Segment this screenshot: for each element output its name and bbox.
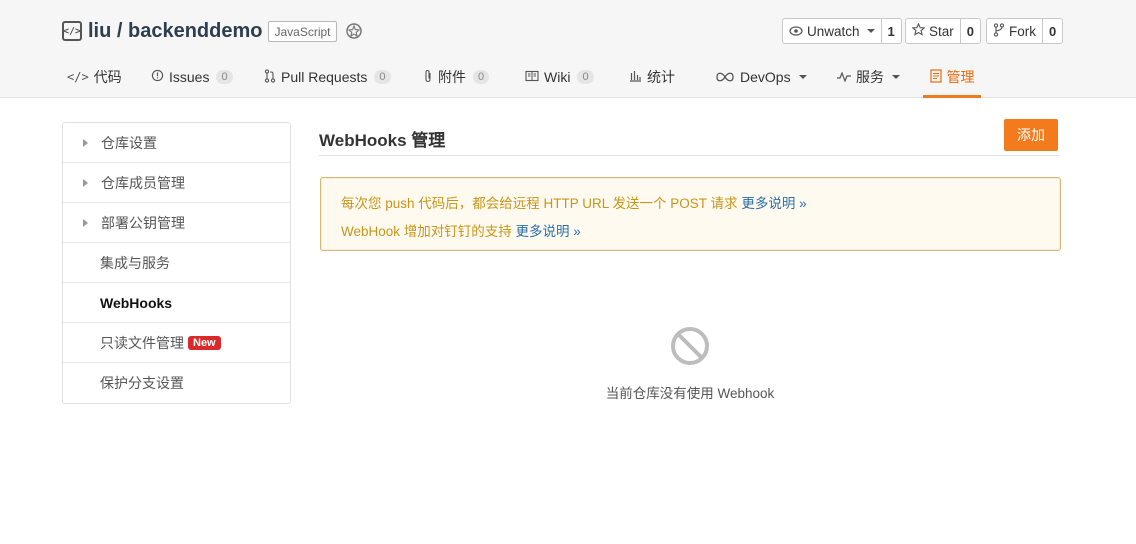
notice-more-link-2[interactable]: 更多说明 »: [516, 224, 581, 239]
tab-stats[interactable]: 统计: [629, 56, 675, 98]
chevron-right-icon: [83, 178, 88, 187]
tab-issues-label: Issues: [169, 69, 210, 85]
notice-text-2: WebHook 增加对钉钉的支持: [341, 224, 512, 239]
unwatch-label: Unwatch: [807, 23, 860, 39]
eye-icon: [789, 24, 803, 39]
bar-chart-icon: [629, 69, 642, 85]
tab-services-label: 服务: [856, 69, 884, 85]
tab-services[interactable]: 服务: [837, 56, 900, 98]
sidebar-item-repo-settings[interactable]: 仓库设置: [63, 123, 290, 163]
watch-group: Unwatch 1: [782, 18, 902, 44]
sidebar-item-protected-branches[interactable]: 保护分支设置: [63, 363, 290, 403]
fork-group: Fork 0: [986, 18, 1064, 44]
page-title: WebHooks 管理: [319, 131, 446, 150]
notice-line-1: 每次您 push 代码后，都会给远程 HTTP URL 发送一个 POST 请求…: [341, 192, 807, 212]
tab-issues[interactable]: Issues 0: [151, 56, 233, 98]
infinity-icon: [715, 69, 735, 85]
star-label: Star: [929, 23, 954, 39]
empty-state-text: 当前仓库没有使用 Webhook: [605, 386, 775, 401]
sidebar-item-label: 保护分支设置: [100, 375, 184, 391]
sidebar-item-label: 部署公钥管理: [101, 214, 185, 231]
issues-count: 0: [216, 70, 233, 84]
attachments-count: 0: [473, 70, 490, 84]
sidebar-item-members[interactable]: 仓库成员管理: [63, 163, 290, 203]
chevron-right-icon: [83, 138, 88, 147]
code-icon: </>: [67, 70, 89, 84]
wiki-count: 0: [577, 70, 594, 84]
tab-devops[interactable]: DevOps: [715, 56, 807, 98]
fork-count[interactable]: 0: [1043, 19, 1062, 43]
repo-header: </> liu / backenddemo JavaScript Unwatch…: [0, 0, 1136, 98]
sidebar-item-integrations[interactable]: 集成与服务: [63, 243, 290, 283]
tab-pull-requests-label: Pull Requests: [281, 69, 368, 85]
pull-requests-count: 0: [374, 70, 391, 84]
sidebar-item-label: 只读文件管理: [100, 334, 184, 351]
award-icon[interactable]: [345, 22, 363, 40]
book-icon: [525, 69, 539, 85]
notice-text-1: 每次您 push 代码后，都会给远程 HTTP URL 发送一个 POST 请求: [341, 196, 738, 211]
watch-count[interactable]: 1: [882, 19, 901, 43]
pull-request-icon: [264, 68, 276, 86]
star-icon: [911, 22, 926, 39]
fork-button[interactable]: Fork: [987, 19, 1043, 43]
chevron-right-icon: [83, 218, 88, 227]
issue-icon: [151, 69, 164, 85]
prohibited-icon: [560, 325, 820, 370]
tab-wiki-label: Wiki: [544, 69, 571, 85]
caret-down-icon: [892, 75, 900, 79]
settings-sidebar: 仓库设置 仓库成员管理 部署公钥管理 集成与服务 WebHooks 只读文件管理…: [62, 122, 291, 404]
tab-attachments[interactable]: 附件 0: [423, 56, 490, 98]
sidebar-item-label: WebHooks: [100, 294, 173, 311]
sidebar-item-label: 集成与服务: [100, 254, 170, 271]
fork-label: Fork: [1009, 23, 1036, 39]
sidebar-item-webhooks[interactable]: WebHooks: [63, 283, 290, 323]
caret-down-icon: [866, 29, 875, 33]
settings-doc-icon: [929, 68, 942, 86]
title-divider: [319, 155, 1059, 156]
empty-state: 当前仓库没有使用 Webhook: [560, 325, 820, 402]
add-webhook-button[interactable]: 添加: [1004, 119, 1058, 151]
sidebar-item-deploy-keys[interactable]: 部署公钥管理: [63, 203, 290, 243]
paperclip-icon: [423, 69, 433, 86]
language-badge: JavaScript: [268, 20, 337, 42]
notice-line-2: WebHook 增加对钉钉的支持 更多说明 »: [341, 220, 581, 240]
notice-more-link-1[interactable]: 更多说明 »: [741, 196, 806, 211]
fork-icon: [993, 22, 1005, 40]
tab-pull-requests[interactable]: Pull Requests 0: [264, 56, 391, 98]
sidebar-item-label: 仓库成员管理: [101, 174, 185, 191]
webhook-notice: 每次您 push 代码后，都会给远程 HTTP URL 发送一个 POST 请求…: [320, 177, 1061, 251]
tab-stats-label: 统计: [647, 69, 675, 85]
tab-wiki[interactable]: Wiki 0: [525, 56, 594, 98]
tab-code[interactable]: </> 代码: [67, 56, 122, 98]
star-group: Star 0: [905, 18, 981, 44]
tab-manage[interactable]: 管理: [923, 56, 981, 98]
new-badge: New: [188, 335, 221, 350]
repo-path[interactable]: liu / backenddemo: [88, 20, 262, 43]
repo-title: </> liu / backenddemo JavaScript: [62, 17, 363, 45]
sidebar-item-readonly-files[interactable]: 只读文件管理 New: [63, 323, 290, 363]
tab-devops-label: DevOps: [740, 69, 791, 85]
star-button[interactable]: Star: [906, 19, 961, 43]
star-count[interactable]: 0: [961, 19, 980, 43]
sidebar-item-label: 仓库设置: [101, 134, 157, 151]
pulse-icon: [837, 69, 851, 85]
tab-manage-label: 管理: [946, 69, 975, 85]
tab-attachments-label: 附件: [438, 69, 466, 85]
code-bracket-icon: </>: [62, 21, 82, 41]
unwatch-button[interactable]: Unwatch: [783, 19, 882, 43]
caret-down-icon: [798, 75, 807, 79]
tab-code-label: 代码: [93, 69, 122, 85]
